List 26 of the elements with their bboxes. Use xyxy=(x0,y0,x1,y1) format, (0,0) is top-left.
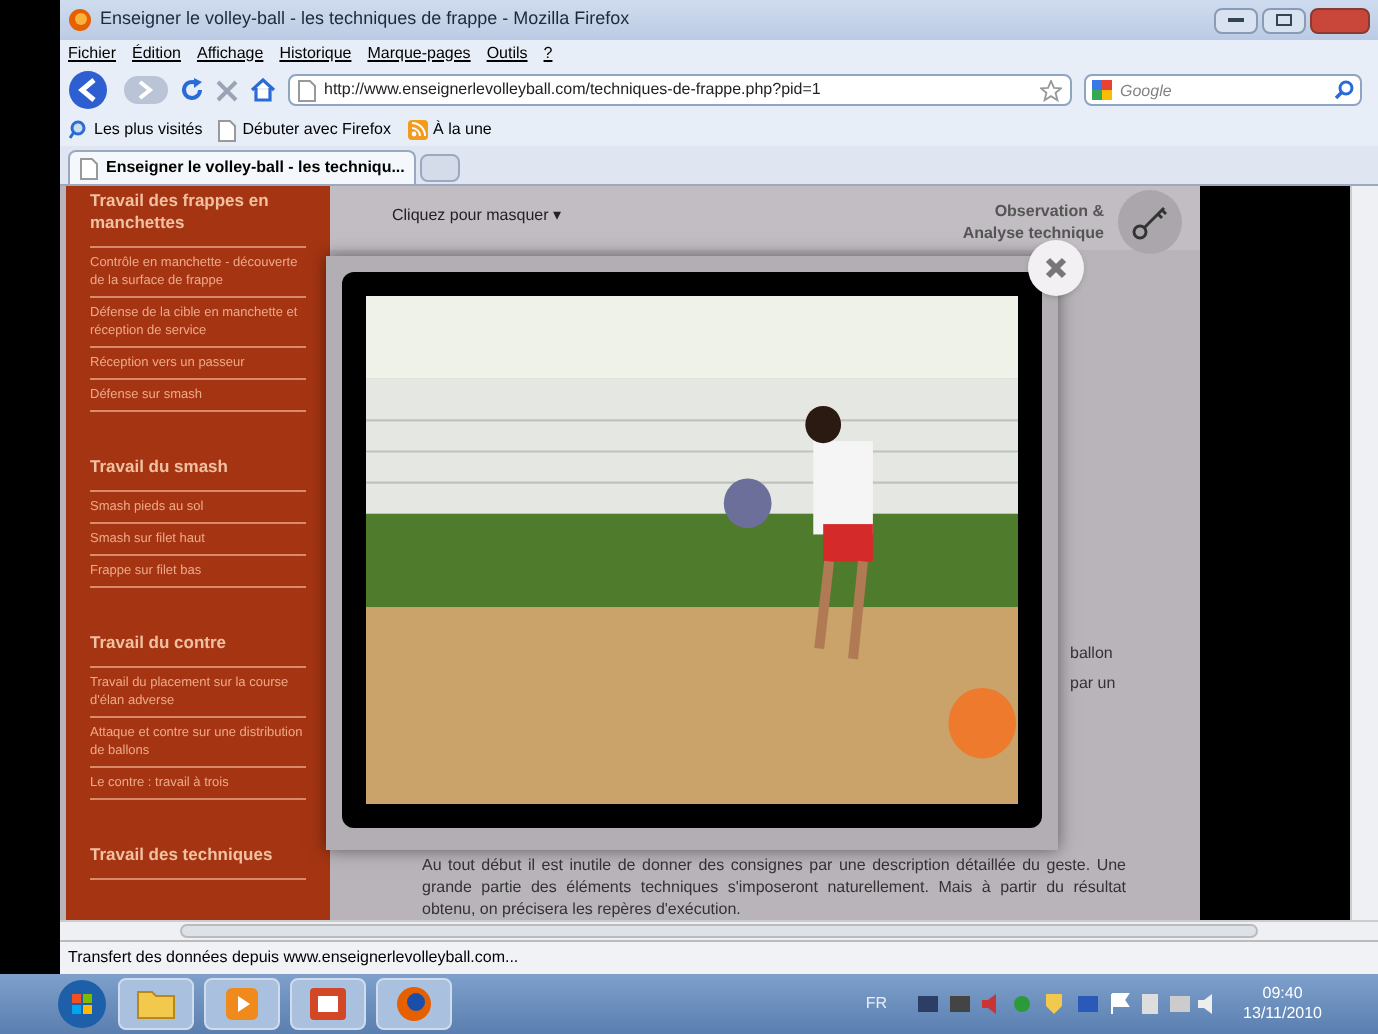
browser-tab[interactable]: Enseigner le volley-ball - les techniqu... xyxy=(68,150,417,184)
body-paragraph: Au tout début il est inutile de donner des consignes par une description détaillée du geste. Une grande partie des éléments techniques s'imposeront naturellement. Mais à partir du résultat obtenu, on précisera les repères d'exécution. xyxy=(422,854,1126,920)
window-title: Enseigner le volley-ball - les techniques de frappe - Mozilla Firefox xyxy=(100,6,632,33)
menu-item[interactable]: ? xyxy=(543,41,553,65)
body-text: par un xyxy=(1070,672,1116,696)
body-text: ballon xyxy=(1070,642,1115,666)
menu-item[interactable]: Outils xyxy=(486,41,528,65)
menu-item[interactable]: Marque-pages xyxy=(367,41,471,65)
bookmark-link[interactable]: À la une xyxy=(433,118,492,142)
sidebar-heading: Travail du smash xyxy=(90,456,306,492)
section-title: Analyse technique xyxy=(962,222,1104,244)
section-title: Observation & xyxy=(994,200,1104,222)
status-text: Transfert des données depuis www.enseignerlevolleyball.com... xyxy=(68,946,519,970)
menu-item[interactable]: Édition xyxy=(132,41,181,65)
sidebar-heading: Travail des techniques xyxy=(90,844,306,880)
address-field[interactable]: http://www.enseignerlevolleyball.com/techniques-de-frappe.php?pid=1 xyxy=(288,74,1072,106)
sidebar-heading: Travail des frappes en manchettes xyxy=(90,190,306,248)
menu-item[interactable]: Affichage xyxy=(196,41,264,65)
clock-date[interactable]: 13/11/2010 xyxy=(1243,1004,1322,1024)
menu-item[interactable]: Fichier xyxy=(68,41,117,65)
toggle-link[interactable]: Cliquez pour masquer ▾ xyxy=(392,204,963,228)
bookmark-link[interactable]: Débuter avec Firefox xyxy=(242,118,392,142)
menu-item[interactable]: Historique xyxy=(279,41,352,65)
sidebar-heading: Travail du contre xyxy=(90,632,306,668)
bookmark-link[interactable]: Les plus visités xyxy=(94,118,203,142)
search-field[interactable]: Google xyxy=(1084,74,1362,106)
